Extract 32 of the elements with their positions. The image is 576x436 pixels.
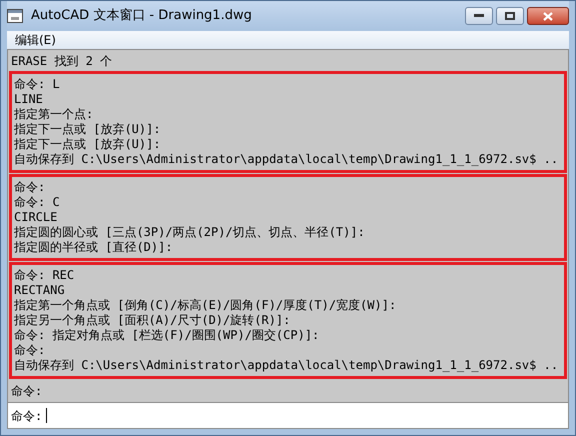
console-line: 指定另一个角点或 [面积(A)/尺寸(D)/旋转(R)]: [14, 313, 292, 328]
console-line: 命令: REC [14, 268, 76, 283]
console-line: 命令: [14, 343, 46, 358]
window-icon [7, 9, 23, 23]
close-icon [543, 12, 553, 20]
text-cursor [46, 408, 48, 423]
menu-item[interactable]: 编辑(E) [15, 31, 56, 49]
console-line: 命令: L [14, 77, 61, 92]
console-line: 指定圆的圆心或 [三点(3P)/两点(2P)/切点、切点、半径(T)]: [14, 225, 366, 240]
console-line: CIRCLE [14, 210, 58, 225]
console-line: LINE [14, 92, 44, 107]
console-line: 指定第一个角点或 [倒角(C)/标高(E)/圆角(F)/厚度(T)/宽度(W)]: [14, 298, 398, 313]
console-line: ERASE 找到 2 个 [11, 54, 114, 69]
console-line: 命令: [11, 384, 44, 399]
console-line: 指定下一点或 [放弃(U)]: [14, 122, 162, 137]
maximize-button[interactable] [496, 7, 524, 25]
console-line: 指定下一点或 [放弃(U)]: [14, 137, 162, 152]
minimize-icon [474, 14, 484, 18]
console-line: 自动保存到 C:\Users\Administrator\appdata\local\temp\Drawing1_1_1_6972.sv$ .. [14, 358, 560, 373]
command-input-field[interactable]: 命令: [7, 403, 569, 429]
window-title: AutoCAD 文本窗口 - Drawing1.dwg [31, 7, 252, 26]
console-line: 命令: C [14, 195, 61, 210]
console-line: RECTANG [14, 283, 66, 298]
console-line: 指定圆的半径或 [直径(D)]: [14, 240, 174, 255]
restore-icon [505, 12, 515, 20]
minimize-button[interactable] [465, 7, 493, 25]
close-button[interactable] [527, 7, 569, 25]
command-prompt: 命令: [11, 408, 42, 424]
console-line: 自动保存到 C:\Users\Administrator\appdata\local\temp\Drawing1_1_1_6972.sv$ .. [14, 152, 560, 167]
console-line: 命令: [14, 180, 46, 195]
console-line: 命令: 指定对角点或 [栏选(F)/圈围(WP)/圈交(CP)]: [14, 328, 320, 343]
console-line: 指定第一个点: [14, 107, 94, 122]
